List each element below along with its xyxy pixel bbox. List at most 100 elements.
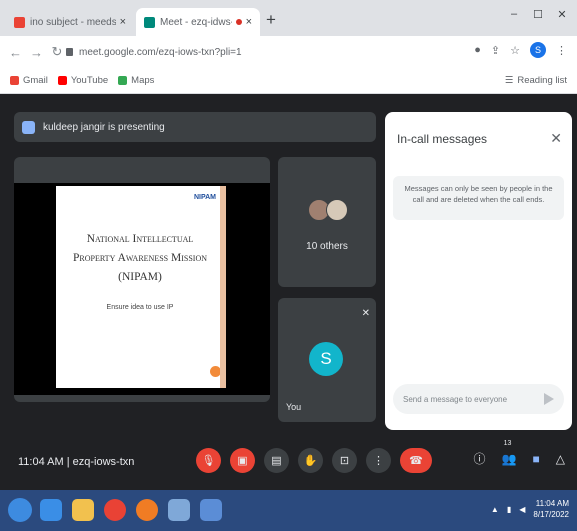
os-taskbar: ▲ ▮ ◀ 11:04 AM 8/17/2022 (0, 490, 577, 531)
mic-toggle-button[interactable]: 🎙 (196, 448, 221, 473)
avatar (326, 199, 348, 221)
browser-tab-mail[interactable]: ino subject - meeds temarus × (6, 8, 134, 36)
profile-avatar[interactable]: S (530, 42, 546, 58)
bookmark-label: Gmail (23, 75, 48, 86)
tab-title: Meet - ezq-idws-txn (160, 16, 232, 28)
slide: NIPAM National Intellectual Property Awa… (56, 186, 224, 388)
more-options-button[interactable]: ⋮ (366, 448, 391, 473)
present-button[interactable]: ⊡ (332, 448, 357, 473)
back-icon[interactable]: ← (9, 45, 22, 60)
taskbar-apps (40, 499, 222, 521)
menu-icon[interactable]: ⋮ (556, 44, 567, 57)
bookmark-gmail[interactable]: Gmail (10, 75, 48, 86)
meet-icon (144, 16, 155, 28)
raise-hand-button[interactable]: ✋ (298, 448, 323, 473)
end-call-button[interactable]: ☎ (400, 448, 432, 473)
gmail-icon (14, 16, 25, 28)
start-button[interactable] (8, 498, 32, 522)
clock-date: 8/17/2022 (533, 510, 569, 519)
bookmarks-bar: Gmail YouTube Maps ☰ Reading list (0, 68, 577, 94)
new-tab-button[interactable]: + (266, 10, 276, 30)
bookmark-maps[interactable]: Maps (118, 75, 154, 86)
side-controls: ⓘ 13 👥 ■ △ (474, 440, 565, 467)
youtube-icon (57, 76, 67, 85)
chat-panel: In-call messages ✕ Messages can only be … (385, 112, 572, 430)
system-tray: ▲ ▮ ◀ 11:04 AM 8/17/2022 (491, 498, 569, 520)
explorer-icon[interactable] (168, 499, 190, 521)
minimize-icon[interactable]: – (507, 8, 521, 21)
reading-list-button[interactable]: ☰ Reading list (505, 75, 567, 86)
activities-icon[interactable]: △ (556, 452, 565, 466)
lock-icon (66, 48, 73, 56)
captions-button[interactable]: ▤ (264, 448, 289, 473)
clock-time: 11:04 AM (535, 499, 569, 508)
tab-title: ino subject - meeds temarus (30, 16, 116, 28)
shared-screen: NIPAM National Intellectual Property Awa… (14, 183, 270, 395)
chat-button[interactable]: ■ (533, 452, 540, 466)
participant-count: 13 (503, 439, 512, 447)
presentation-tile[interactable]: NIPAM National Intellectual Property Awa… (14, 157, 270, 402)
bookmark-label: YouTube (70, 75, 109, 86)
reading-list-label: Reading list (517, 75, 567, 86)
address-bar-actions: ● ⇪ ☆ S ⋮ (474, 42, 567, 58)
self-name: You (286, 402, 302, 412)
address-bar: ← → ↻ meet.google.com/ezq-iows-txn?pli=1… (0, 36, 577, 68)
star-icon[interactable]: ☆ (510, 44, 520, 57)
mic-off-icon: ✕ (361, 308, 370, 319)
slide-title-line: Property Awareness Mission (72, 252, 208, 264)
avatar: S (309, 342, 343, 376)
info-icon[interactable]: ⓘ (474, 450, 486, 467)
presenting-banner: kuldeep jangir is presenting (14, 112, 376, 142)
maximize-icon[interactable]: ☐ (531, 8, 545, 21)
chat-input-placeholder: Send a message to everyone (403, 394, 508, 404)
self-tile[interactable]: ✕ S You (278, 298, 376, 422)
url-field[interactable]: meet.google.com/ezq-iows-txn?pli=1 (60, 42, 480, 62)
window-controls: – ☐ ✕ (507, 8, 569, 21)
slide-subtitle: Ensure idea to use IP (106, 304, 174, 311)
close-icon[interactable]: ✕ (550, 130, 562, 147)
gmail-icon (10, 76, 19, 85)
camera-toggle-button[interactable]: ▣ (230, 448, 255, 473)
share-icon[interactable]: ⇪ (491, 44, 500, 57)
tray-up-icon[interactable]: ▲ (491, 505, 499, 514)
folder-icon[interactable] (72, 499, 94, 521)
document-icon[interactable] (200, 499, 222, 521)
chat-message-input[interactable]: Send a message to everyone (393, 384, 564, 414)
volume-icon[interactable]: ◀ (519, 505, 525, 514)
maps-icon (118, 76, 128, 85)
close-icon[interactable]: × (246, 16, 252, 28)
people-button[interactable]: 13 👥 (501, 440, 517, 466)
slide-title: National Intellectual Property Awareness… (66, 230, 214, 287)
presentation-icon (22, 120, 35, 134)
chrome-icon[interactable] (104, 499, 126, 521)
browser-tab-meet[interactable]: Meet - ezq-idws-txn × (136, 8, 260, 36)
network-icon[interactable]: ▮ (507, 505, 511, 514)
avatar-group (308, 199, 348, 221)
meet-window: kuldeep jangir is presenting NIPAM Natio… (0, 94, 577, 490)
call-controls: 🎙 ▣ ▤ ✋ ⊡ ⋮ ☎ (196, 448, 432, 473)
slide-title-line: (NIPAM) (118, 271, 162, 283)
slide-title-line: National Intellectual (86, 233, 194, 245)
chat-title: In-call messages (397, 132, 488, 146)
send-icon[interactable] (544, 393, 554, 405)
forward-icon[interactable]: → (30, 45, 43, 60)
meeting-control-bar: 11:04 AM | ezq-iows-txn 🎙 ▣ ▤ ✋ ⊡ ⋮ ☎ ⓘ … (0, 440, 577, 490)
firefox-icon[interactable] (136, 499, 158, 521)
meeting-info: 11:04 AM | ezq-iows-txn (18, 456, 135, 468)
camera-icon[interactable]: ● (474, 44, 481, 56)
url-text: meet.google.com/ezq-iows-txn?pli=1 (79, 46, 242, 58)
recording-dot-icon (235, 19, 242, 25)
close-icon[interactable]: × (120, 16, 126, 28)
people-icon: 👥 (501, 451, 517, 466)
others-tile[interactable]: 10 others (278, 157, 376, 287)
slide-brand-logo: NIPAM (193, 194, 216, 201)
bookmark-label: Maps (131, 75, 155, 86)
presenting-text: kuldeep jangir is presenting (43, 121, 165, 133)
ie-icon[interactable] (40, 499, 62, 521)
tab-bar: ino subject - meeds temarus × Meet - ezq… (0, 0, 577, 36)
bookmark-youtube[interactable]: YouTube (57, 75, 109, 86)
reading-list-icon: ☰ (504, 75, 514, 86)
clock[interactable]: 11:04 AM 8/17/2022 (533, 498, 569, 520)
window-close-icon[interactable]: ✕ (555, 8, 569, 21)
chat-info-notice: Messages can only be seen by people in t… (393, 176, 564, 220)
